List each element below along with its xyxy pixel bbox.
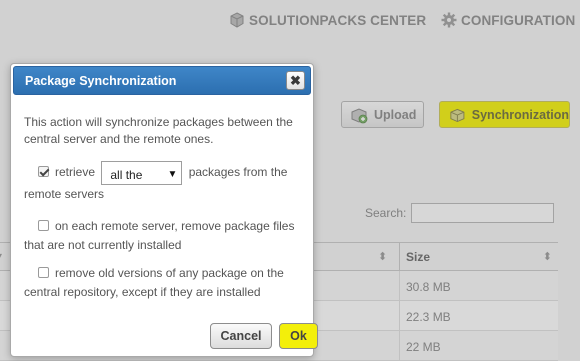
dialog-body: This action will synchronize packages be… bbox=[24, 114, 304, 299]
remove-old-versions-checkbox[interactable] bbox=[38, 267, 49, 278]
ok-button[interactable]: Ok bbox=[279, 323, 318, 349]
remove-package-files-text: on each remote server, remove package fi… bbox=[24, 219, 295, 252]
remove-old-versions-text: remove old versions of any package on th… bbox=[24, 266, 284, 299]
retrieve-scope-value: all the bbox=[110, 168, 143, 182]
close-button[interactable]: ✖ bbox=[286, 71, 305, 90]
retrieve-checkbox[interactable] bbox=[38, 166, 49, 178]
option-remove-package-files: on each remote server, remove package fi… bbox=[24, 217, 304, 255]
package-synchronization-dialog: Package Synchronization ✖ This action wi… bbox=[10, 63, 318, 357]
dialog-titlebar[interactable]: Package Synchronization ✖ bbox=[13, 66, 311, 95]
retrieve-scope-select[interactable]: all the ▼ bbox=[101, 161, 183, 185]
dialog-intro-text: This action will synchronize packages be… bbox=[24, 115, 293, 146]
retrieve-prefix-text: retrieve bbox=[55, 165, 96, 180]
option-retrieve: retrieve all the ▼ packages from the rem… bbox=[24, 161, 304, 204]
close-icon: ✖ bbox=[290, 73, 301, 88]
caret-down-icon: ▼ bbox=[167, 169, 178, 180]
cancel-button[interactable]: Cancel bbox=[210, 323, 272, 349]
dialog-title: Package Synchronization bbox=[25, 74, 177, 88]
option-remove-old-versions: remove old versions of any package on th… bbox=[24, 264, 304, 302]
remove-package-files-checkbox[interactable] bbox=[38, 220, 49, 231]
